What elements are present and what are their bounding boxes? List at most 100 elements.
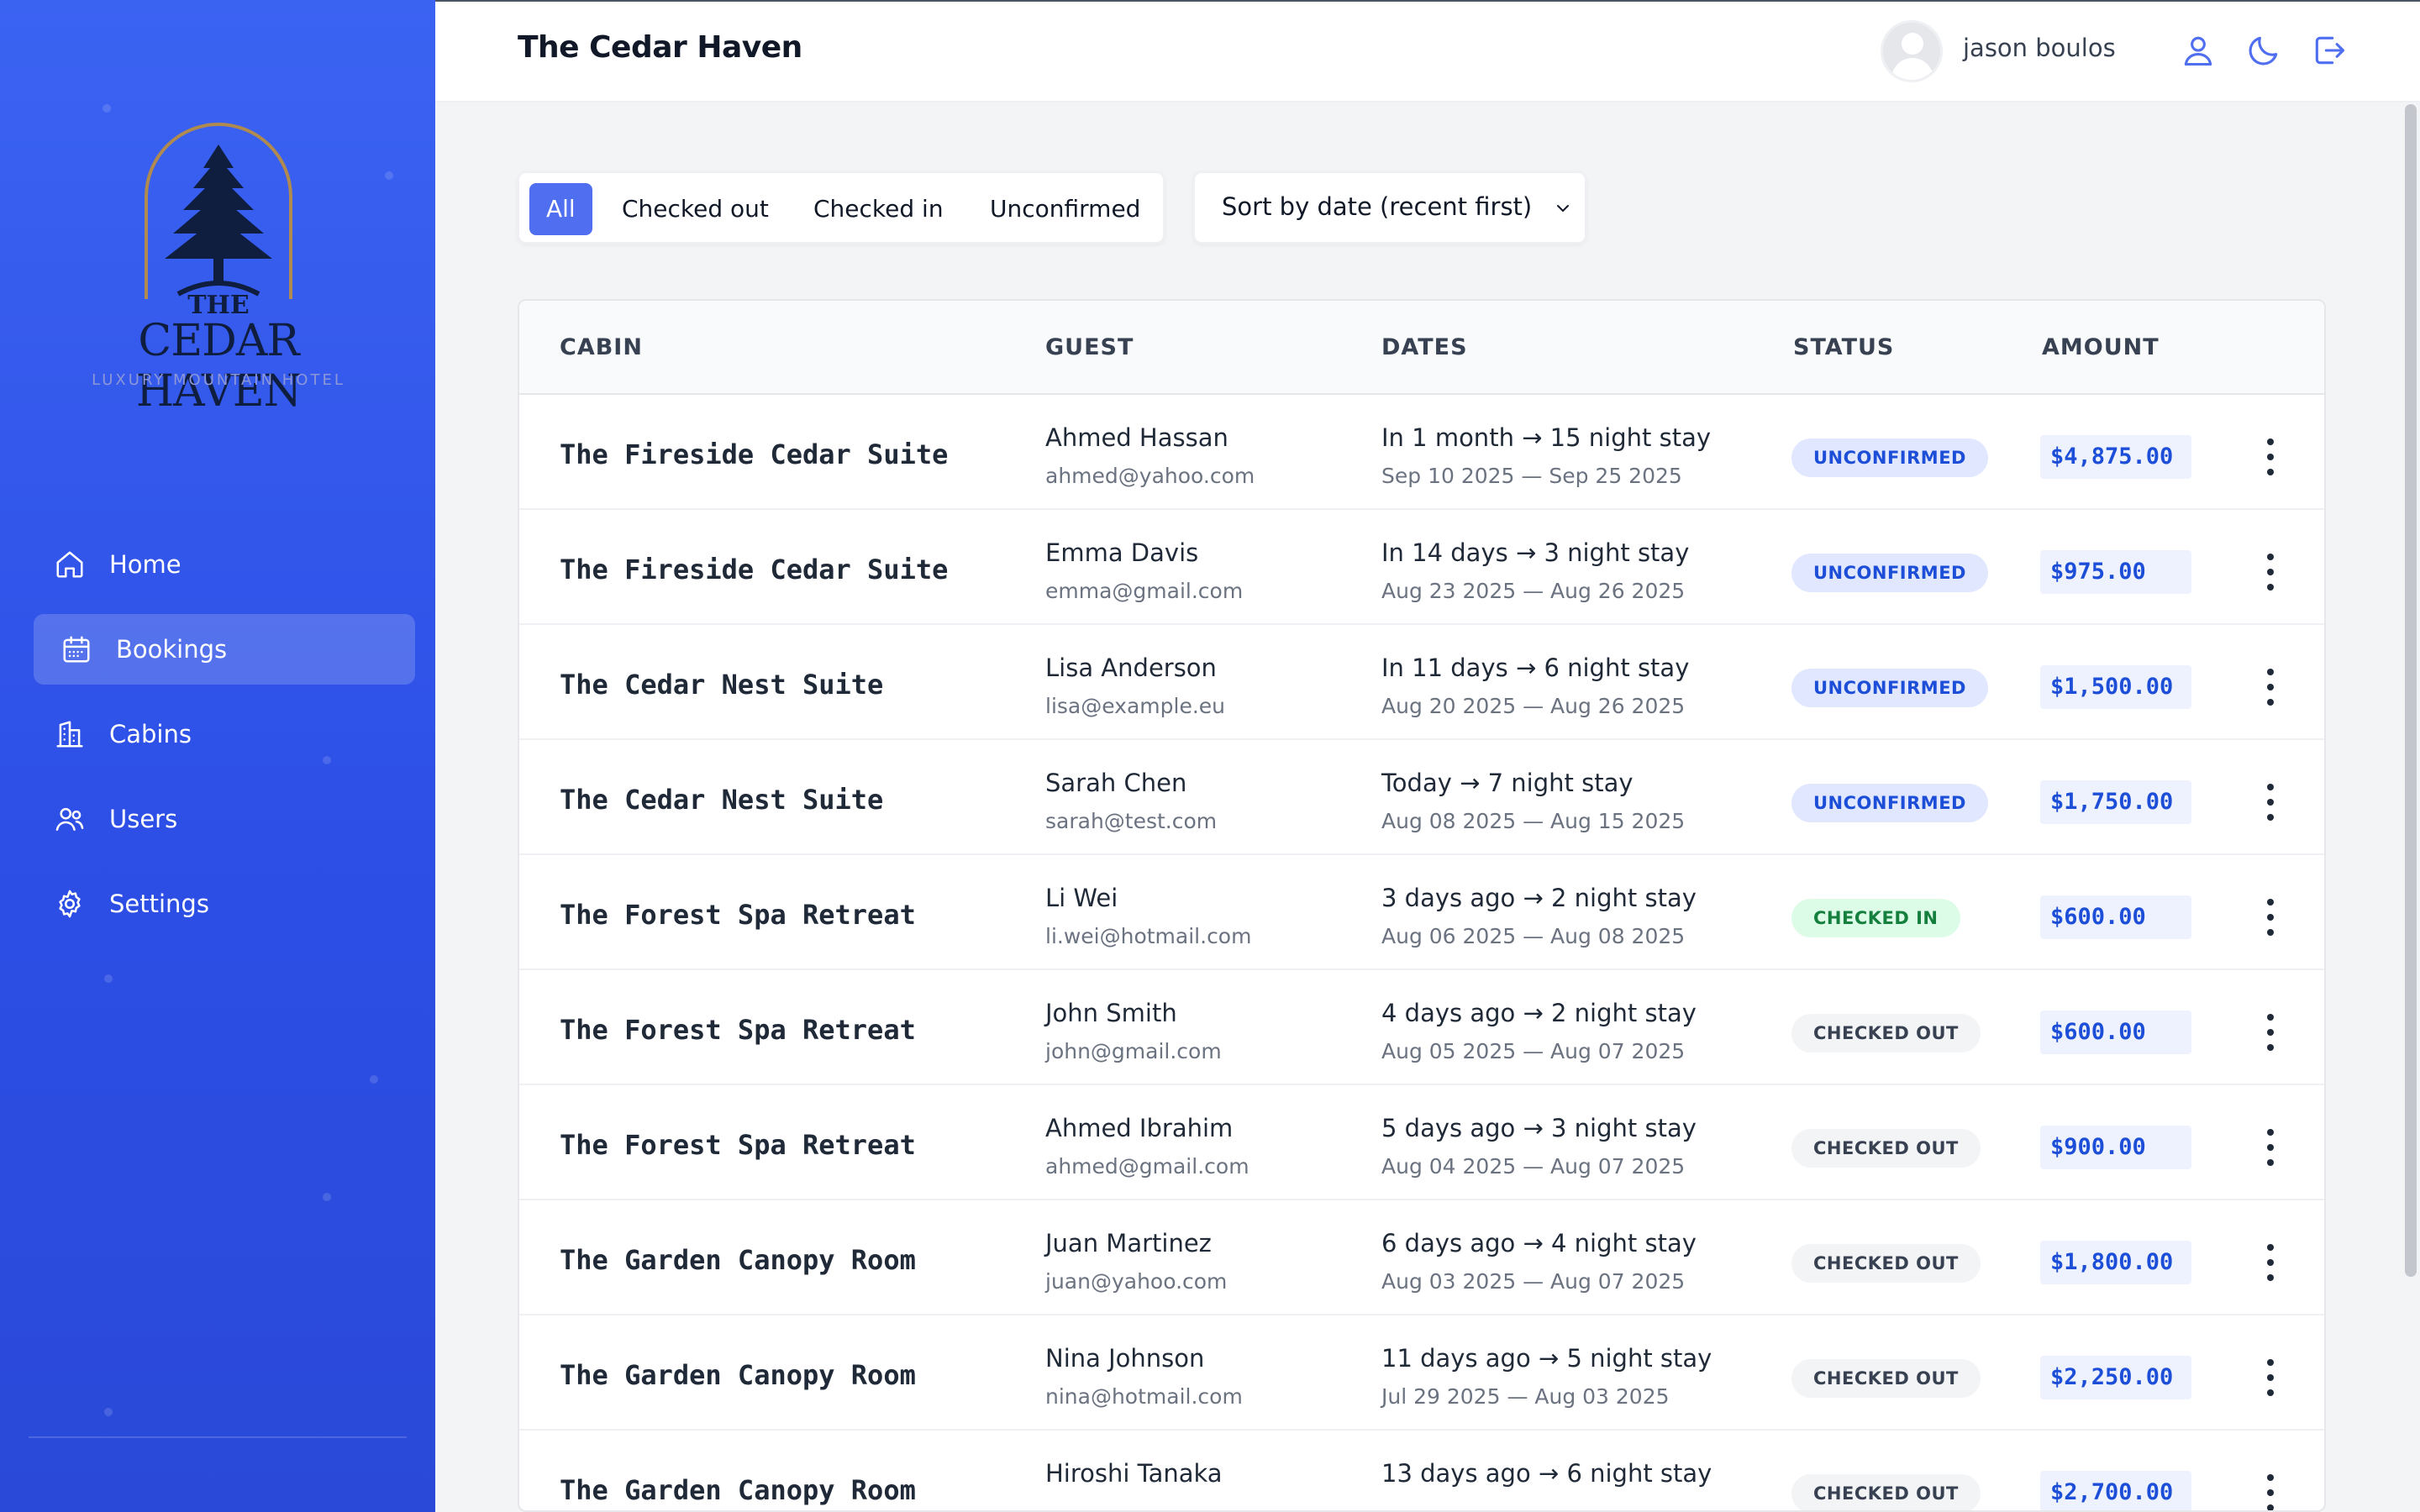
logout-button[interactable] [2311,32,2348,69]
table-row[interactable]: The Forest Spa Retreat Li Wei li.wei@hotma… [519,855,2324,970]
filter-checked-in[interactable]: Checked in [813,183,944,235]
user-name: jason boulos [1963,34,2116,62]
guest-email: li.wei@hotmail.com [1045,924,1252,948]
row-menu-button[interactable] [2252,1354,2289,1401]
table-row[interactable]: The Garden Canopy Room Nina Johnson nina@h… [519,1315,2324,1431]
cabin-name: The Forest Spa Retreat [560,1129,916,1161]
dark-mode-toggle[interactable] [2245,32,2282,69]
cabin-name: The Garden Canopy Room [560,1244,916,1276]
table-row[interactable]: The Forest Spa Retreat Ahmed Ibrahim ahmed… [519,1085,2324,1200]
sidebar-item-home[interactable]: Home [34,529,415,600]
row-menu-button[interactable] [2252,779,2289,826]
row-menu-button[interactable] [2252,1124,2289,1171]
booking-amount: $1,500.00 [2040,665,2191,709]
kebab-dot [2267,669,2274,675]
status-badge: CHECKED OUT [1791,1474,1981,1510]
kebab-dot [2267,1259,2274,1266]
stay-summary: In 1 month → 15 night stay [1381,423,1712,452]
kebab-dot [2267,1504,2274,1510]
booking-amount: $975.00 [2040,550,2191,594]
guest-email: ahmed@yahoo.com [1045,464,1255,488]
sidebar-item-label: Home [109,550,182,579]
avatar[interactable] [1881,20,1943,82]
kebab-dot [2267,799,2274,806]
top-header: The Cedar Haven jason boulos [435,0,2420,102]
kebab-dot [2267,929,2274,936]
filter-unconfirmed[interactable]: Unconfirmed [990,183,1140,235]
guest-name: Sarah Chen [1045,769,1187,797]
kebab-dot [2267,554,2274,560]
booking-amount: $900.00 [2040,1126,2191,1169]
row-menu-button[interactable] [2252,664,2289,711]
table-row[interactable]: The Garden Canopy Room Hiroshi Tanaka 13 d… [519,1431,2324,1510]
sidebar-item-bookings[interactable]: Bookings [34,614,415,685]
date-range: Jul 29 2025 — Aug 03 2025 [1381,1384,1670,1409]
sidebar-item-label: Cabins [109,720,192,748]
booking-amount: $1,800.00 [2040,1241,2191,1284]
stay-summary: In 11 days → 6 night stay [1381,654,1690,682]
brand-logo[interactable]: THE CEDAR HAVEN LUXURY MOUNTAIN HOTEL [67,118,370,417]
row-menu-button[interactable] [2252,433,2289,480]
row-menu-button[interactable] [2252,549,2289,596]
booking-amount: $1,750.00 [2040,780,2191,824]
guest-name: Nina Johnson [1045,1344,1205,1373]
status-badge: CHECKED IN [1791,899,1960,937]
table-row[interactable]: The Fireside Cedar Suite Ahmed Hassan ahme… [519,395,2324,510]
status-badge: UNCONFIRMED [1791,784,1988,822]
page-scrollbar[interactable] [2405,104,2417,1277]
table-row[interactable]: The Fireside Cedar Suite Emma Davis emma@g… [519,510,2324,625]
stay-summary: 4 days ago → 2 night stay [1381,999,1697,1027]
sort-select[interactable]: Sort by date (recent first) [1193,171,1586,244]
sidebar-nav: Home Bookings Cabins Users Settings [34,529,415,953]
status-filter: All Checked out Checked in Unconfirmed [518,171,1165,244]
sidebar-item-users[interactable]: Users [34,784,415,854]
kebab-dot [2267,1359,2274,1366]
stay-summary: 6 days ago → 4 night stay [1381,1229,1697,1257]
kebab-dot [2267,584,2274,591]
status-badge: UNCONFIRMED [1791,669,1988,707]
stay-summary: 11 days ago → 5 night stay [1381,1344,1712,1373]
kebab-dot [2267,438,2274,445]
table-row[interactable]: The Cedar Nest Suite Sarah Chen sarah@test… [519,740,2324,855]
guest-name: Juan Martinez [1045,1229,1212,1257]
guest-name: Li Wei [1045,884,1118,912]
logo-tagline: LUXURY MOUNTAIN HOTEL [92,371,345,389]
account-button[interactable] [2180,32,2217,69]
date-range: Aug 05 2025 — Aug 07 2025 [1381,1039,1686,1063]
row-menu-button[interactable] [2252,1009,2289,1056]
sidebar-item-label: Bookings [116,635,228,664]
column-header-status: STATUS [1793,334,1895,360]
date-range: Aug 08 2025 — Aug 15 2025 [1381,809,1686,833]
status-badge: CHECKED OUT [1791,1014,1981,1053]
guest-email: john@gmail.com [1045,1039,1222,1063]
table-row[interactable]: The Cedar Nest Suite Lisa Anderson lisa@ex… [519,625,2324,740]
guest-name: John Smith [1045,999,1177,1027]
column-header-amount: AMOUNT [2042,334,2160,360]
date-range: Aug 23 2025 — Aug 26 2025 [1381,579,1686,603]
row-menu-button[interactable] [2252,1469,2289,1510]
filter-all[interactable]: All [529,183,592,235]
row-menu-button[interactable] [2252,1239,2289,1286]
table-row[interactable]: The Forest Spa Retreat John Smith john@gma… [519,970,2324,1085]
guest-email: juan@yahoo.com [1045,1269,1228,1294]
row-menu-button[interactable] [2252,894,2289,941]
sidebar-item-settings[interactable]: Settings [34,869,415,939]
guest-email: lisa@example.eu [1045,694,1226,718]
guest-email: emma@gmail.com [1045,579,1244,603]
guest-name: Emma Davis [1045,538,1199,567]
filter-checked-out[interactable]: Checked out [622,183,769,235]
status-badge: CHECKED OUT [1791,1129,1981,1168]
table-row[interactable]: The Garden Canopy Room Juan Martinez juan@… [519,1200,2324,1315]
status-badge: CHECKED OUT [1791,1359,1981,1398]
kebab-dot [2267,569,2274,575]
stay-summary: 5 days ago → 3 night stay [1381,1114,1697,1142]
column-header-guest: GUEST [1045,334,1134,360]
guest-email: sarah@test.com [1045,809,1218,833]
kebab-dot [2267,1144,2274,1151]
kebab-dot [2267,1044,2274,1051]
stay-summary: Today → 7 night stay [1381,769,1634,797]
cedar-tree-icon [165,144,272,297]
kebab-dot [2267,1159,2274,1166]
kebab-dot [2267,1129,2274,1136]
sidebar-item-cabins[interactable]: Cabins [34,699,415,769]
